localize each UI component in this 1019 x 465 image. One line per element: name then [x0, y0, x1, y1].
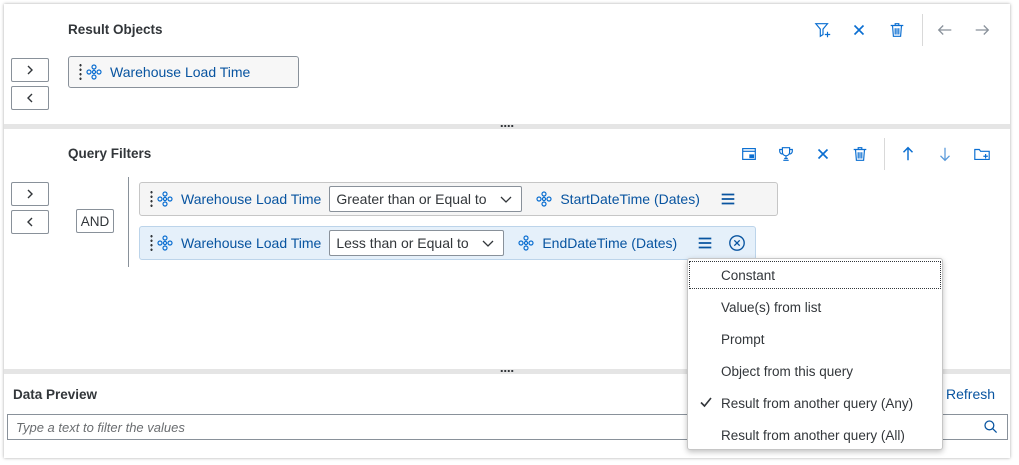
menu-item-label: Constant: [721, 267, 776, 283]
menu-item-values-from-list[interactable]: Value(s) from list: [688, 292, 942, 322]
add-group-icon[interactable]: [970, 142, 994, 166]
menu-icon[interactable]: [718, 189, 738, 209]
result-objects-title: Result Objects: [68, 22, 163, 37]
arrow-down-icon[interactable]: [933, 142, 957, 166]
splitter-handle[interactable]: [500, 124, 514, 128]
delete-filters-icon[interactable]: [848, 142, 872, 166]
chevron-left-icon: [27, 217, 33, 227]
chevron-right-icon: [27, 189, 33, 199]
arrow-left-icon[interactable]: [933, 18, 957, 42]
dimension-icon: [536, 191, 552, 207]
remove-circle-icon[interactable]: [727, 233, 747, 253]
dimension-icon: [157, 191, 173, 207]
filter-move-left-button[interactable]: [11, 210, 49, 234]
filter-group-bracket: [128, 177, 129, 267]
filter-move-right-button[interactable]: [11, 182, 49, 206]
filter-object-label[interactable]: Warehouse Load Time: [181, 235, 321, 251]
trophy-icon[interactable]: [774, 142, 798, 166]
chevron-right-icon: [27, 65, 33, 75]
search-icon[interactable]: [983, 419, 1001, 437]
calendar-window-icon[interactable]: [737, 142, 761, 166]
menu-item-label: Object from this query: [721, 363, 854, 379]
clear-filters-icon[interactable]: [811, 142, 835, 166]
menu-item-constant[interactable]: Constant: [688, 260, 942, 290]
menu-item-result-all[interactable]: Result from another query (All): [688, 420, 942, 450]
refresh-link[interactable]: Refresh: [946, 386, 995, 402]
arrow-up-icon[interactable]: [896, 142, 920, 166]
chevron-down-icon: [500, 196, 512, 203]
operand-type-menu: Constant Value(s) from list Prompt Objec…: [687, 258, 943, 450]
menu-item-label: Value(s) from list: [721, 299, 822, 315]
add-filter-icon[interactable]: [811, 18, 835, 42]
move-left-button[interactable]: [11, 86, 49, 110]
filter-operand-label[interactable]: StartDateTime (Dates): [560, 191, 700, 207]
menu-item-label: Result from another query (Any): [721, 395, 914, 411]
clear-icon[interactable]: [847, 18, 871, 42]
chevron-left-icon: [27, 93, 33, 103]
menu-icon[interactable]: [695, 233, 715, 253]
splitter-handle[interactable]: [500, 369, 514, 373]
menu-item-result-any[interactable]: Result from another query (Any): [688, 388, 942, 418]
dimension-icon: [86, 64, 102, 80]
filter-operand-label[interactable]: EndDateTime (Dates): [542, 235, 677, 251]
drag-handle-icon[interactable]: [150, 234, 153, 252]
filter-object-label[interactable]: Warehouse Load Time: [181, 191, 321, 207]
query-filters-title: Query Filters: [68, 146, 152, 161]
toolbar-separator: [884, 138, 885, 170]
menu-item-object-from-query[interactable]: Object from this query: [688, 356, 942, 386]
menu-item-label: Result from another query (All): [721, 427, 905, 443]
chevron-down-icon: [482, 240, 494, 247]
and-operator-toggle[interactable]: AND: [76, 209, 114, 233]
operator-value: Greater than or Equal to: [336, 191, 487, 207]
toolbar-separator: [922, 14, 923, 46]
checkmark-icon: [700, 397, 712, 408]
arrow-right-icon[interactable]: [970, 18, 994, 42]
menu-item-label: Prompt: [721, 331, 765, 347]
drag-handle-icon[interactable]: [150, 190, 153, 208]
filter-row[interactable]: Warehouse Load Time Greater than or Equa…: [139, 182, 778, 216]
menu-item-prompt[interactable]: Prompt: [688, 324, 942, 354]
delete-icon[interactable]: [885, 18, 909, 42]
filter-row[interactable]: Warehouse Load Time Less than or Equal t…: [139, 226, 756, 260]
dimension-icon: [157, 235, 173, 251]
operator-select[interactable]: Greater than or Equal to: [329, 186, 523, 212]
result-object-chip[interactable]: Warehouse Load Time: [68, 56, 299, 88]
drag-handle-icon[interactable]: [79, 63, 82, 81]
data-preview-title: Data Preview: [13, 387, 98, 402]
dimension-icon: [518, 235, 534, 251]
operator-select[interactable]: Less than or Equal to: [329, 230, 505, 256]
operator-value: Less than or Equal to: [336, 235, 469, 251]
result-object-label: Warehouse Load Time: [110, 64, 251, 80]
move-right-button[interactable]: [11, 58, 49, 82]
